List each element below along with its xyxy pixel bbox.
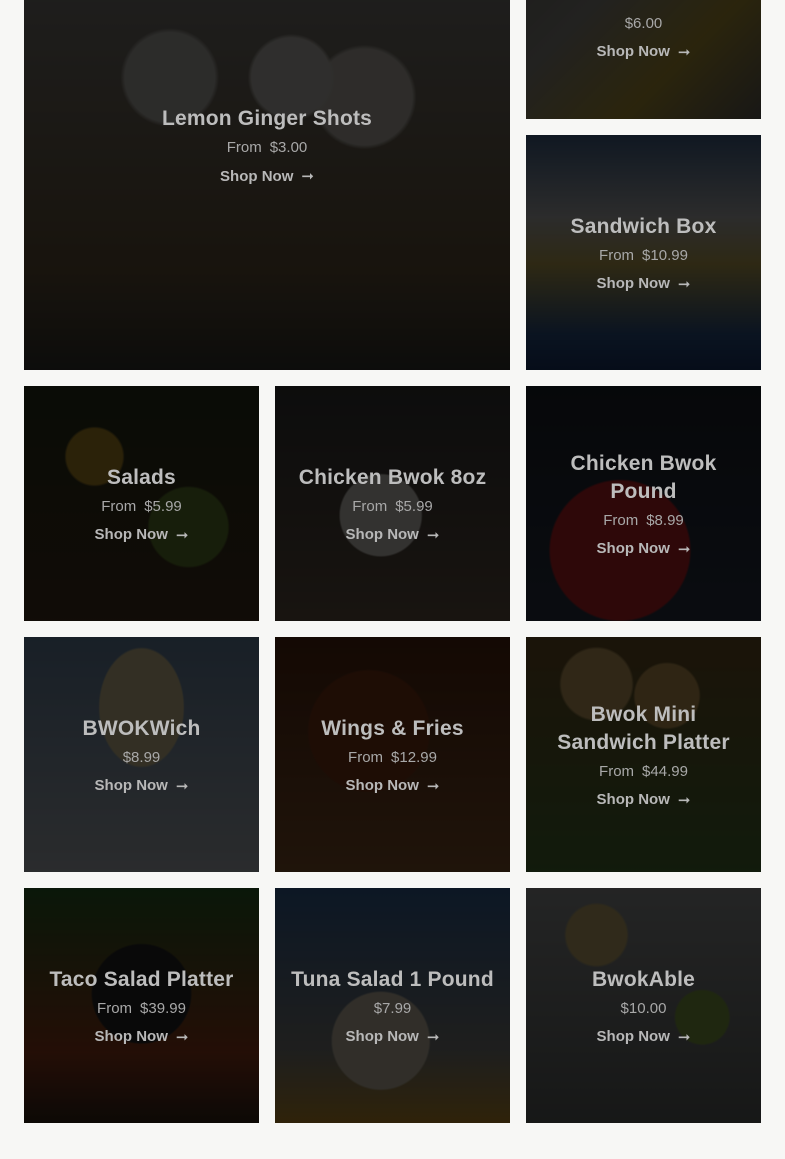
arrow-right-icon: ➞ (175, 777, 189, 795)
shop-now-link[interactable]: Shop Now ➞ (220, 167, 314, 186)
product-card-bwok-mini-sandwich-platter[interactable]: Bwok Mini Sandwich Platter From $44.99 Sh… (526, 637, 761, 872)
shop-now-label: Shop Now (94, 1028, 168, 1045)
product-title: Salads (107, 465, 176, 489)
shop-now-link[interactable]: Shop Now ➞ (95, 777, 189, 795)
product-price: From $39.99 (97, 998, 186, 1020)
shop-now-link[interactable]: Shop Now ➞ (95, 526, 189, 544)
arrow-right-icon: ➞ (175, 526, 189, 544)
product-price: From $44.99 (599, 761, 688, 783)
shop-now-label: Shop Now (220, 167, 294, 185)
product-price: From $12.99 (348, 747, 437, 769)
from-label: From (101, 497, 137, 515)
from-label: From (352, 497, 388, 515)
shop-now-label: Shop Now (345, 777, 419, 794)
from-label: From (348, 748, 384, 766)
product-price: $7.99 (373, 999, 412, 1017)
shop-now-link[interactable]: Shop Now ➞ (95, 1028, 189, 1046)
product-title: Bwok Mini Sandwich Platter (557, 702, 730, 754)
arrow-right-icon: ➞ (677, 43, 691, 61)
product-title: BWOKWich (82, 716, 201, 740)
price-value: $12.99 (391, 748, 437, 766)
arrow-right-icon: ➞ (175, 1028, 189, 1046)
product-card-salads[interactable]: Salads From $5.99 Shop Now ➞ (24, 386, 259, 621)
from-label: From (226, 139, 262, 156)
shop-now-link[interactable]: Shop Now ➞ (597, 275, 691, 293)
product-title: Chicken Bwok 8oz (298, 465, 487, 489)
shop-now-label: Shop Now (94, 777, 168, 794)
product-price: From $5.99 (352, 496, 433, 518)
arrow-right-icon: ➞ (426, 526, 440, 544)
product-title: Lemon Ginger Shots (161, 107, 373, 130)
price-value: $44.99 (642, 762, 688, 780)
product-card-top-right[interactable]: $6.00 Shop Now ➞ (526, 0, 761, 119)
price-value: $3.00 (269, 139, 308, 156)
shop-now-link[interactable]: Shop Now ➞ (346, 1028, 440, 1046)
product-card-wings-fries[interactable]: Wings & Fries From $12.99 Shop Now ➞ (275, 637, 510, 872)
from-label: From (603, 511, 639, 529)
shop-now-label: Shop Now (596, 540, 670, 557)
shop-now-link[interactable]: Shop Now ➞ (597, 43, 691, 61)
product-price: From $8.99 (603, 510, 684, 532)
product-title: Chicken Bwok Pound (570, 451, 717, 503)
price-value: $5.99 (144, 497, 182, 515)
shop-now-label: Shop Now (345, 1028, 419, 1045)
arrow-right-icon: ➞ (301, 168, 314, 185)
product-card-bwokable[interactable]: BwokAble $10.00 Shop Now ➞ (526, 888, 761, 1123)
arrow-right-icon: ➞ (677, 540, 691, 558)
product-card-taco-salad-platter[interactable]: Taco Salad Platter From $39.99 Shop Now ➞ (24, 888, 259, 1123)
from-label: From (599, 762, 635, 780)
from-label: From (599, 246, 635, 264)
shop-now-link[interactable]: Shop Now ➞ (597, 791, 691, 809)
product-card-chicken-bwok-8oz[interactable]: Chicken Bwok 8oz From $5.99 Shop Now ➞ (275, 386, 510, 621)
shop-now-label: Shop Now (596, 791, 670, 808)
shop-now-label: Shop Now (596, 1028, 670, 1045)
shop-now-link[interactable]: Shop Now ➞ (597, 540, 691, 558)
product-title: Wings & Fries (321, 716, 464, 740)
price-value: $39.99 (140, 999, 186, 1017)
price-value: $8.99 (646, 511, 684, 529)
product-title: Taco Salad Platter (49, 967, 234, 991)
arrow-right-icon: ➞ (426, 1028, 440, 1046)
shop-now-label: Shop Now (94, 526, 168, 543)
product-grid: Lemon Ginger Shots From $3.00 Shop Now ➞ $… (0, 0, 785, 1159)
product-price: $10.00 (620, 999, 667, 1017)
product-title: Tuna Salad 1 Pound (291, 967, 494, 991)
product-card-sandwich-box[interactable]: Sandwich Box From $10.99 Shop Now ➞ (526, 135, 761, 370)
arrow-right-icon: ➞ (677, 791, 691, 809)
arrow-right-icon: ➞ (677, 1028, 691, 1046)
product-price: $8.99 (122, 748, 161, 766)
product-card-lemon-ginger-shots[interactable]: Lemon Ginger Shots From $3.00 Shop Now ➞ (24, 0, 510, 370)
shop-now-link[interactable]: Shop Now ➞ (346, 526, 440, 544)
shop-now-label: Shop Now (596, 275, 670, 292)
arrow-right-icon: ➞ (426, 777, 440, 795)
product-card-tuna-salad-1-pound[interactable]: Tuna Salad 1 Pound $7.99 Shop Now ➞ (275, 888, 510, 1123)
from-label: From (97, 999, 133, 1017)
arrow-right-icon: ➞ (677, 275, 691, 293)
shop-now-label: Shop Now (345, 526, 419, 543)
shop-now-link[interactable]: Shop Now ➞ (597, 1028, 691, 1046)
dark-overlay (24, 0, 510, 370)
shop-now-label: Shop Now (596, 43, 670, 60)
price-value: $10.99 (642, 246, 688, 264)
product-price: $6.00 (624, 14, 663, 32)
product-price: From $5.99 (101, 496, 182, 518)
shop-now-link[interactable]: Shop Now ➞ (346, 777, 440, 795)
product-card-bwokwich[interactable]: BWOKWich $8.99 Shop Now ➞ (24, 637, 259, 872)
price-value: $5.99 (395, 497, 433, 515)
product-price: From $3.00 (227, 137, 308, 159)
product-title: Sandwich Box (570, 214, 717, 238)
product-title: BwokAble (591, 967, 696, 991)
product-price: From $10.99 (599, 245, 688, 267)
product-card-chicken-bwok-pound[interactable]: Chicken Bwok Pound From $8.99 Shop Now ➞ (526, 386, 761, 621)
